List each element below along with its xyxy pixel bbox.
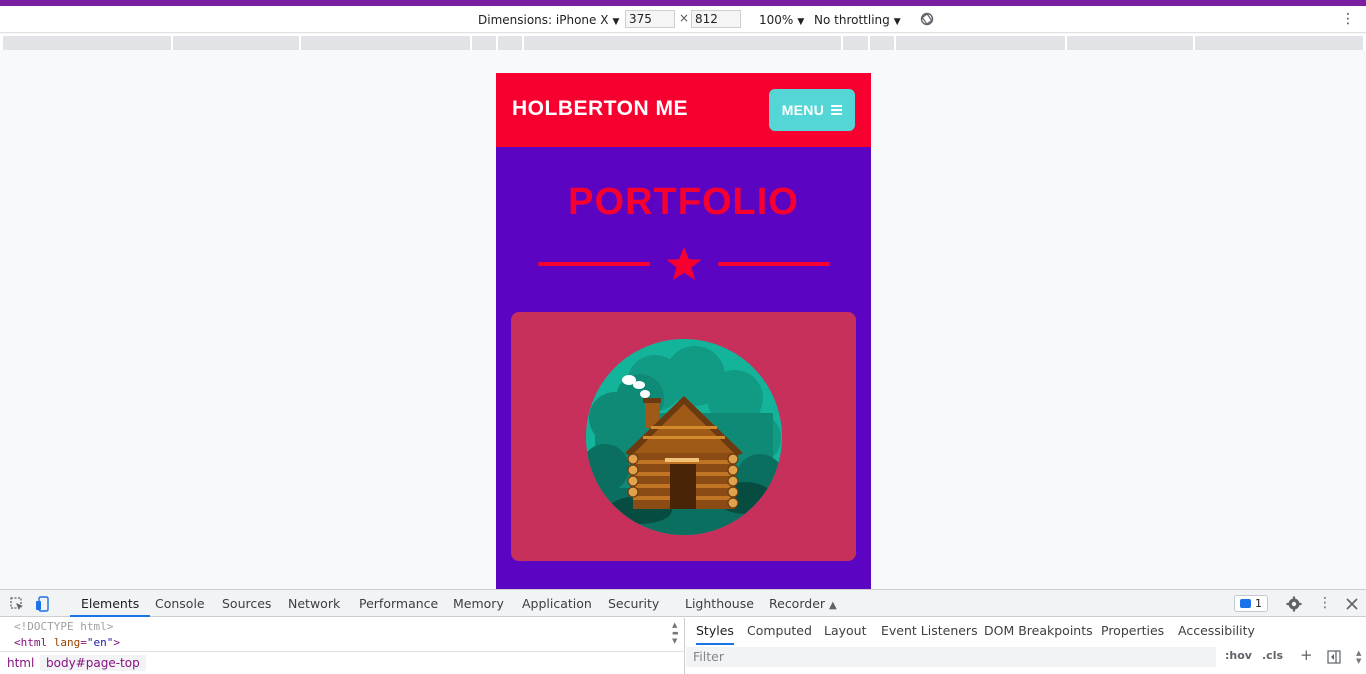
device-select[interactable]: Dimensions: iPhone X ▼	[478, 11, 619, 29]
caret-down-icon: ▼	[893, 17, 901, 27]
ruler-segment[interactable]	[301, 36, 470, 50]
section-title: PORTFOLIO	[568, 181, 799, 223]
ruler-segment[interactable]	[1067, 36, 1193, 50]
message-icon	[1240, 598, 1251, 608]
device-toggle-icon[interactable]	[35, 596, 51, 612]
tab-application[interactable]: Application	[522, 590, 592, 617]
caret-down-icon: ▼	[612, 17, 620, 27]
ruler-segment[interactable]	[498, 36, 522, 50]
tab-layout[interactable]: Layout	[824, 618, 867, 645]
media-query-ruler	[0, 34, 1366, 50]
ruler-segment[interactable]	[3, 36, 171, 50]
hover-state-toggle[interactable]: :hov	[1225, 649, 1252, 662]
ruler-segment[interactable]	[1195, 36, 1363, 50]
menu-button[interactable]: MENU	[769, 89, 855, 131]
tab-recorder[interactable]: Recorder ▲	[769, 590, 837, 617]
html-element-line[interactable]: <html lang="en">	[14, 636, 120, 649]
tab-network[interactable]: Network	[288, 590, 340, 617]
throttling-select[interactable]: No throttling ▼	[814, 11, 901, 29]
tab-memory[interactable]: Memory	[453, 590, 504, 617]
tab-security[interactable]: Security	[608, 590, 659, 617]
devtools-panel: Elements Console Sources Network Perform…	[0, 589, 1366, 674]
html-tag-close: >	[113, 636, 120, 649]
breadcrumb: html body#page-top	[0, 651, 684, 674]
emulated-page: HOLBERTON ME MENU PORTFOLIO	[496, 73, 871, 589]
tab-console[interactable]: Console	[155, 590, 205, 617]
flask-icon: ▲	[829, 600, 837, 611]
cabin-illustration	[586, 339, 782, 535]
inspect-element-icon[interactable]	[9, 596, 25, 612]
tab-event-listeners[interactable]: Event Listeners	[881, 618, 978, 645]
lang-attribute: lang	[53, 636, 81, 649]
width-input[interactable]: 375	[625, 10, 675, 28]
styles-filter-input[interactable]: Filter	[686, 647, 1216, 667]
tab-lighthouse[interactable]: Lighthouse	[685, 590, 754, 617]
devtools-tab-bar: Elements Console Sources Network Perform…	[0, 590, 1366, 617]
tab-sources[interactable]: Sources	[222, 590, 271, 617]
tab-properties[interactable]: Properties	[1101, 618, 1164, 645]
zoom-select[interactable]: 100% ▼	[759, 11, 804, 29]
scroll-arrows-icon[interactable]: ▲ ▼	[1356, 649, 1361, 665]
close-icon[interactable]	[1344, 596, 1360, 612]
customize-menu-icon[interactable]: ⋮	[1318, 590, 1332, 617]
device-toolbar: Dimensions: iPhone X ▼ 375 × 812 100% ▼ No…	[0, 6, 1366, 33]
doctype-line[interactable]: <!DOCTYPE html>	[14, 620, 113, 633]
lang-value: "en"	[86, 636, 114, 649]
tab-dom-breakpoints[interactable]: DOM Breakpoints	[984, 618, 1093, 645]
throttling-label: No throttling	[814, 13, 890, 27]
tab-styles[interactable]: Styles	[696, 618, 734, 645]
ruler-segment[interactable]	[896, 36, 1065, 50]
elements-tree: <!DOCTYPE html> <html lang="en"> ▲ ▬ ▼ htm…	[0, 618, 685, 674]
scroll-arrows-icon[interactable]: ▲ ▬ ▼	[672, 621, 682, 645]
star-icon	[666, 247, 702, 280]
tab-recorder-label: Recorder	[769, 596, 826, 611]
ruler-segment[interactable]	[472, 36, 496, 50]
ruler-segment[interactable]	[843, 36, 868, 50]
html-tag-open: <html	[14, 636, 48, 649]
times-sign: ×	[679, 11, 690, 25]
bars-icon	[831, 105, 843, 116]
site-brand[interactable]: HOLBERTON ME	[512, 97, 688, 121]
more-options-icon[interactable]: ⋮	[1341, 11, 1355, 29]
device-select-label: Dimensions: iPhone X	[478, 13, 609, 27]
toggle-sidebar-icon[interactable]	[1327, 650, 1341, 664]
settings-gear-icon[interactable]	[1286, 596, 1302, 612]
breadcrumb-html[interactable]: html	[7, 656, 34, 670]
rotate-icon[interactable]	[920, 12, 934, 26]
portfolio-item[interactable]	[511, 312, 856, 561]
issues-count: 1	[1255, 597, 1262, 610]
height-input[interactable]: 812	[691, 10, 741, 28]
issues-badge[interactable]: 1	[1234, 595, 1268, 612]
caret-down-icon: ▼	[797, 17, 805, 27]
site-navbar: HOLBERTON ME MENU	[496, 73, 871, 147]
divider-line-left	[538, 262, 650, 266]
tab-accessibility[interactable]: Accessibility	[1178, 618, 1255, 645]
class-toggle[interactable]: .cls	[1262, 649, 1283, 662]
ruler-segment[interactable]	[524, 36, 841, 50]
breadcrumb-body[interactable]: body#page-top	[40, 655, 146, 671]
ruler-segment[interactable]	[173, 36, 299, 50]
new-style-rule-icon[interactable]: +	[1300, 646, 1313, 664]
styles-pane: Styles Computed Layout Event Listeners D…	[686, 618, 1366, 674]
tab-performance[interactable]: Performance	[359, 590, 438, 617]
menu-button-label: MENU	[781, 102, 825, 118]
device-viewport-area: HOLBERTON ME MENU PORTFOLIO	[0, 50, 1366, 589]
tab-elements[interactable]: Elements	[70, 590, 151, 617]
divider-line-right	[718, 262, 830, 266]
tab-computed[interactable]: Computed	[747, 618, 812, 645]
zoom-label: 100%	[759, 13, 794, 27]
ruler-segment[interactable]	[870, 36, 894, 50]
